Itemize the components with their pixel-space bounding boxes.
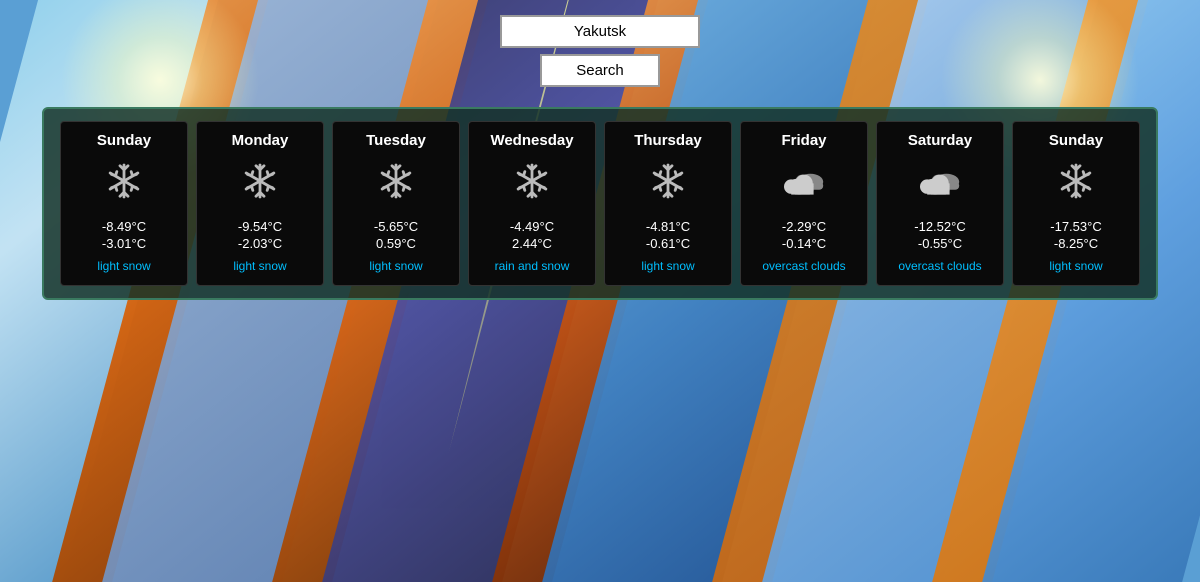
- temp-high: -2.29°C: [782, 219, 826, 234]
- weather-icon-cloud: [780, 157, 828, 211]
- temp-high: -4.81°C: [646, 219, 690, 234]
- temperatures: -12.52°C -0.55°C: [914, 219, 965, 251]
- temp-low: -0.55°C: [918, 236, 962, 251]
- main-content: Search Sunday: [0, 0, 1200, 582]
- temp-low: -0.14°C: [782, 236, 826, 251]
- day-label: Thursday: [634, 132, 702, 149]
- temp-low: -3.01°C: [102, 236, 146, 251]
- temp-low: 0.59°C: [376, 236, 416, 251]
- temp-low: -2.03°C: [238, 236, 282, 251]
- temp-high: -8.49°C: [102, 219, 146, 234]
- weather-card: Tuesday: [332, 121, 460, 286]
- weather-icon-snow: [1052, 157, 1100, 211]
- weather-condition: light snow: [369, 259, 422, 275]
- weather-icon-snow: [100, 157, 148, 211]
- weather-icon-snow: [644, 157, 692, 211]
- temp-high: -17.53°C: [1050, 219, 1101, 234]
- temperatures: -8.49°C -3.01°C: [102, 219, 146, 251]
- weather-condition: rain and snow: [495, 259, 570, 275]
- day-label: Saturday: [908, 132, 972, 149]
- city-search-input[interactable]: [500, 15, 700, 48]
- weather-card: Saturday -12.52°C -0.55°C overcast cloud…: [876, 121, 1004, 286]
- temp-high: -4.49°C: [510, 219, 554, 234]
- weather-card: Monday: [196, 121, 324, 286]
- search-area: Search: [500, 15, 700, 87]
- temp-low: -8.25°C: [1054, 236, 1098, 251]
- temp-low: -0.61°C: [646, 236, 690, 251]
- temp-high: -9.54°C: [238, 219, 282, 234]
- temperatures: -5.65°C 0.59°C: [374, 219, 418, 251]
- weather-condition: overcast clouds: [898, 259, 981, 275]
- weather-card: Thursday: [604, 121, 732, 286]
- weather-condition: overcast clouds: [762, 259, 845, 275]
- temperatures: -4.81°C -0.61°C: [646, 219, 690, 251]
- temperatures: -9.54°C -2.03°C: [238, 219, 282, 251]
- day-label: Friday: [781, 132, 826, 149]
- weather-icon-snow: [508, 157, 556, 211]
- temp-high: -12.52°C: [914, 219, 965, 234]
- weather-card: Friday -2.29°C -0.14°C overcast clouds: [740, 121, 868, 286]
- weather-icon-cloud: [916, 157, 964, 211]
- temp-high: -5.65°C: [374, 219, 418, 234]
- day-label: Sunday: [97, 132, 151, 149]
- day-label: Wednesday: [490, 132, 573, 149]
- weather-condition: light snow: [97, 259, 150, 275]
- weather-icon-snow: [236, 157, 284, 211]
- day-label: Sunday: [1049, 132, 1103, 149]
- temp-low: 2.44°C: [512, 236, 552, 251]
- weather-condition: light snow: [641, 259, 694, 275]
- weather-card: Sunday: [60, 121, 188, 286]
- weather-condition: light snow: [233, 259, 286, 275]
- temperatures: -4.49°C 2.44°C: [510, 219, 554, 251]
- day-label: Monday: [232, 132, 289, 149]
- temperatures: -2.29°C -0.14°C: [782, 219, 826, 251]
- search-button[interactable]: Search: [540, 54, 660, 87]
- temperatures: -17.53°C -8.25°C: [1050, 219, 1101, 251]
- day-label: Tuesday: [366, 132, 426, 149]
- weather-panel: Sunday: [42, 107, 1158, 300]
- weather-card: Sunday: [1012, 121, 1140, 286]
- weather-icon-snow: [372, 157, 420, 211]
- weather-condition: light snow: [1049, 259, 1102, 275]
- weather-card: Wednesday: [468, 121, 596, 286]
